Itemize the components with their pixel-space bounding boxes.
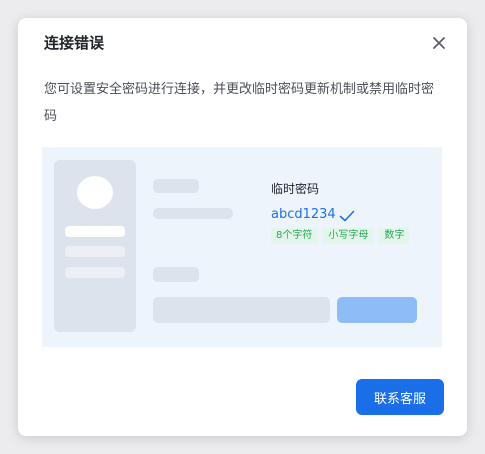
placeholder-line (65, 267, 125, 278)
check-icon (339, 208, 355, 222)
rule-tag: 8个字符 (271, 228, 318, 244)
skeleton-label (153, 179, 199, 193)
password-rule-tags: 8个字符 小写字母 数字 (271, 228, 410, 244)
temp-password-value: abcd1234 (271, 207, 336, 222)
contact-support-button[interactable]: 联系客服 (356, 379, 444, 415)
skeleton-input (153, 297, 330, 323)
skeleton-line (153, 208, 233, 219)
avatar-placeholder (77, 176, 113, 209)
temp-password-title: 临时密码 (271, 182, 320, 196)
rule-tag: 小写字母 (323, 228, 374, 244)
close-icon[interactable] (431, 35, 447, 51)
placeholder-line (65, 226, 125, 237)
illustration: 临时密码 abcd1234 8个字符 小写字母 数字 (42, 147, 442, 347)
connection-error-dialog: 连接错误 您可设置安全密码进行连接，并更改临时密码更新机制或禁用临时密码 临时密… (18, 18, 467, 436)
rule-tag: 数字 (379, 228, 410, 244)
dialog-description: 您可设置安全密码进行连接，并更改临时密码更新机制或禁用临时密码 (44, 82, 435, 124)
dialog-title: 连接错误 (44, 34, 105, 52)
placeholder-line (65, 246, 125, 257)
skeleton-button (337, 297, 417, 323)
skeleton-label (153, 267, 199, 282)
phone-mockup (54, 160, 136, 332)
